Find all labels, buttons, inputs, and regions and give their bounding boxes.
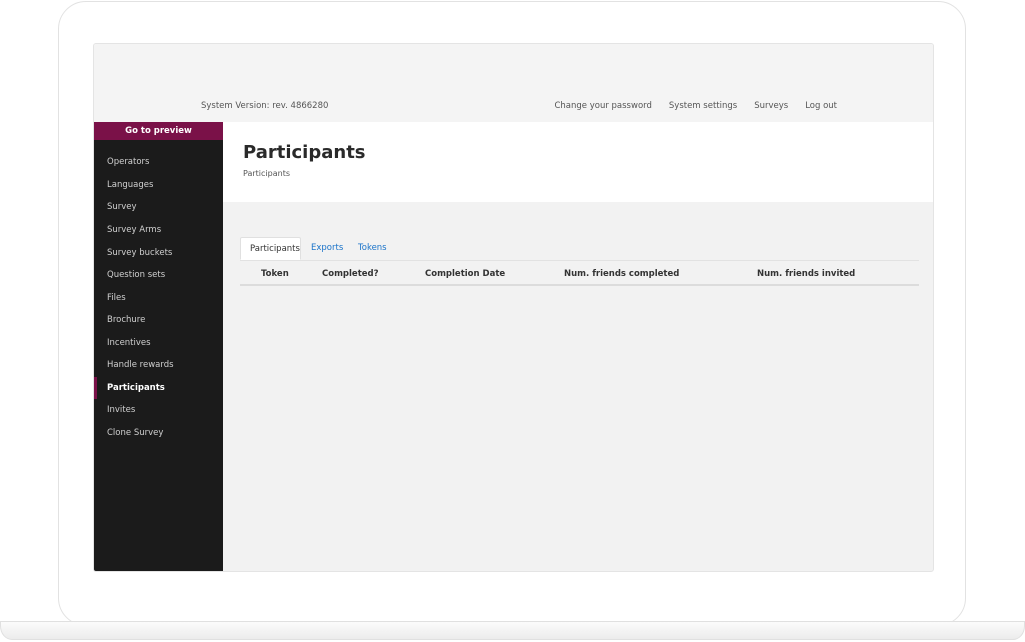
column-header-completed: Completed? <box>322 269 379 279</box>
surveys-link[interactable]: Surveys <box>754 101 788 111</box>
tab-bar: Participants Exports Tokens <box>240 237 919 261</box>
top-nav: Change your password System settings Sur… <box>554 101 837 111</box>
app-screen: System Version: rev. 4866280 Change your… <box>93 43 934 572</box>
participants-table-header: Token Completed? Completion Date Num. fr… <box>240 262 919 286</box>
sidebar-item-survey[interactable]: Survey <box>94 196 223 218</box>
sidebar-item-participants[interactable]: Participants <box>94 377 223 399</box>
system-settings-link[interactable]: System settings <box>669 101 737 111</box>
change-password-link[interactable]: Change your password <box>554 101 651 111</box>
system-version: System Version: rev. 4866280 <box>201 101 329 111</box>
column-header-completion-date: Completion Date <box>425 269 506 279</box>
sidebar-item-handle-rewards[interactable]: Handle rewards <box>94 354 223 376</box>
column-header-friends-invited: Num. friends invited <box>757 269 856 279</box>
tab-tokens[interactable]: Tokens <box>349 237 396 260</box>
column-header-token: Token <box>261 269 289 279</box>
sidebar-item-question-sets[interactable]: Question sets <box>94 264 223 286</box>
sidebar-item-files[interactable]: Files <box>94 287 223 309</box>
sidebar-item-survey-buckets[interactable]: Survey buckets <box>94 242 223 264</box>
page-title: Participants <box>243 142 366 163</box>
go-to-preview-button[interactable]: Go to preview <box>94 122 223 140</box>
sidebar-item-clone-survey[interactable]: Clone Survey <box>94 422 223 444</box>
sidebar-item-survey-arms[interactable]: Survey Arms <box>94 219 223 241</box>
sidebar-item-invites[interactable]: Invites <box>94 399 223 421</box>
sidebar: Go to preview Operators Languages Survey… <box>94 122 223 571</box>
breadcrumb: Participants <box>243 169 290 178</box>
log-out-link[interactable]: Log out <box>805 101 837 111</box>
sidebar-item-brochure[interactable]: Brochure <box>94 309 223 331</box>
sidebar-item-incentives[interactable]: Incentives <box>94 332 223 354</box>
sidebar-item-languages[interactable]: Languages <box>94 174 223 196</box>
top-bar: System Version: rev. 4866280 Change your… <box>94 44 933 122</box>
sidebar-item-operators[interactable]: Operators <box>94 151 223 173</box>
tab-exports[interactable]: Exports <box>302 237 352 260</box>
column-header-friends-completed: Num. friends completed <box>564 269 680 279</box>
page-header: Participants Participants <box>223 122 933 202</box>
tab-participants[interactable]: Participants <box>240 237 301 260</box>
laptop-base <box>0 621 1025 640</box>
